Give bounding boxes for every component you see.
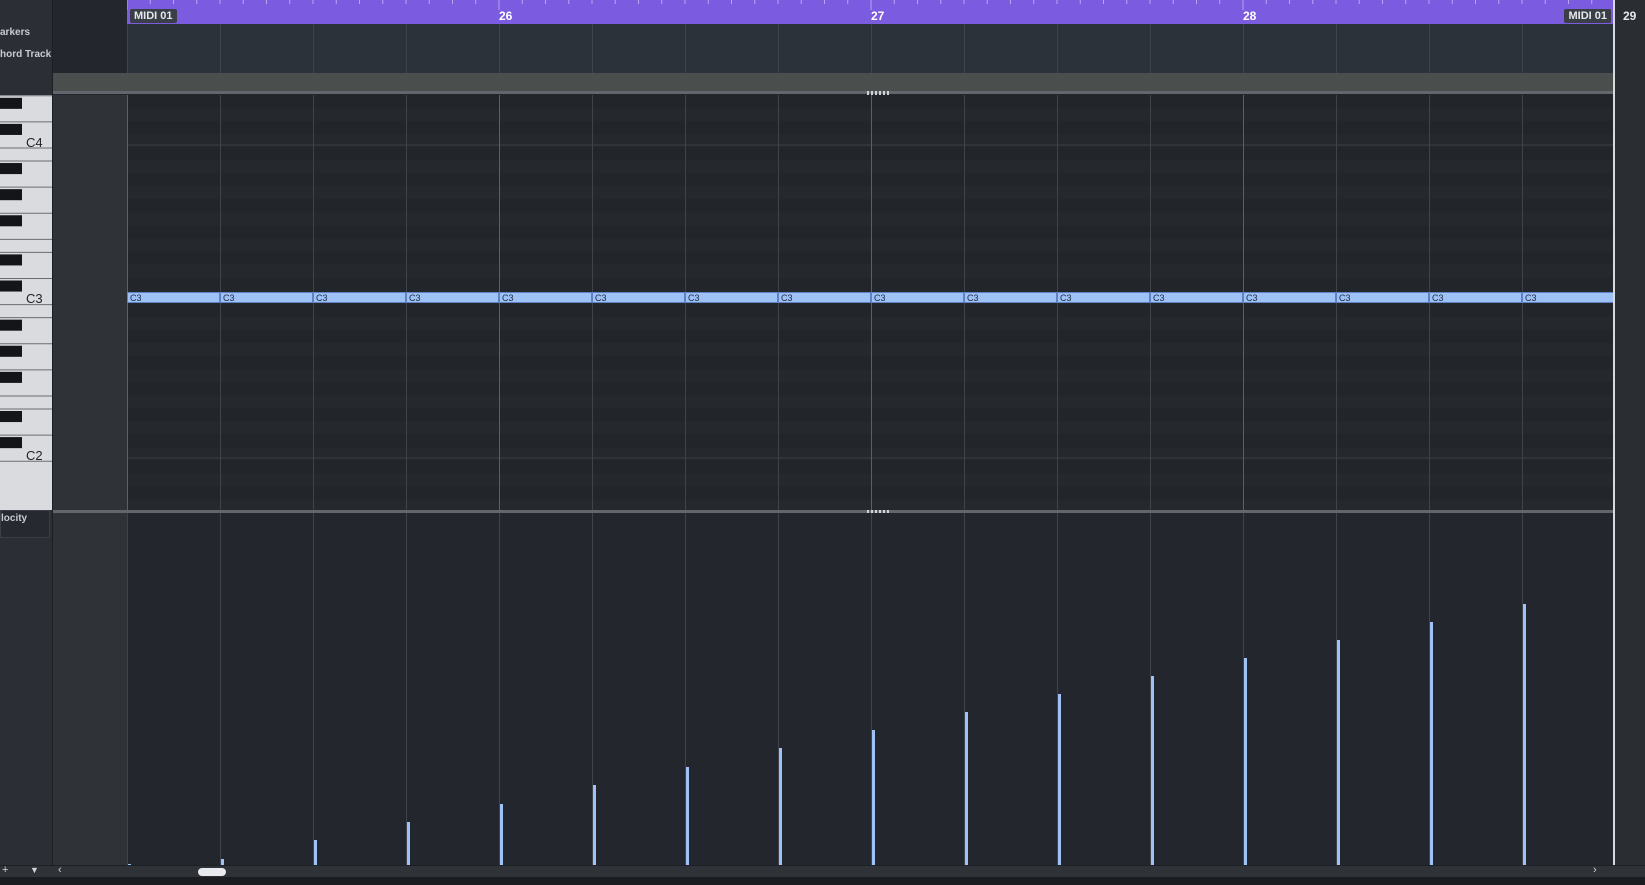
note-c3[interactable]: C3 [1057, 292, 1150, 303]
velocity-bar[interactable] [407, 822, 410, 865]
note-c3[interactable]: C3 [964, 292, 1057, 303]
note-c3[interactable]: C3 [1336, 292, 1429, 303]
ruler-overflow: 29 [1614, 0, 1645, 24]
ruler-bar-28: 28 [1243, 9, 1257, 23]
note-c3[interactable]: C3 [778, 292, 871, 303]
note-area-divider[interactable] [53, 91, 1645, 94]
part-start-label: MIDI 01 [130, 9, 177, 23]
add-lane-icon[interactable]: + [2, 864, 8, 876]
note-c3[interactable]: C3 [1429, 292, 1522, 303]
velocity-lane[interactable] [127, 513, 1614, 865]
right-scroll-strip[interactable] [1614, 24, 1645, 865]
velocity-bars[interactable] [127, 513, 1614, 865]
scroll-right-icon[interactable]: › [1593, 864, 1597, 876]
note-c3[interactable]: C3 [220, 292, 313, 303]
key-label-c2: C2 [26, 448, 43, 463]
project-end-line [1613, 0, 1615, 865]
ruler-bar-29: 29 [1623, 9, 1637, 23]
note-c3[interactable]: C3 [313, 292, 406, 303]
note-c3[interactable]: C3 [685, 292, 778, 303]
editor-gutter [53, 95, 127, 865]
velocity-bar[interactable] [1058, 694, 1061, 865]
chord-track-label[interactable]: hord Track [0, 49, 51, 60]
ruler-bar-26: 26 [499, 9, 513, 23]
markers-track-label[interactable]: arkers [0, 27, 30, 38]
velocity-bar[interactable] [593, 785, 596, 865]
key-label-c3: C3 [26, 291, 43, 306]
velocity-bar[interactable] [1337, 640, 1340, 865]
note-c3[interactable]: C3 [499, 292, 592, 303]
piano-keyboard[interactable]: C4 C3 C2 [0, 95, 52, 510]
velocity-bar[interactable] [500, 804, 503, 865]
velocity-bar[interactable] [314, 840, 317, 865]
lane-menu-icon[interactable]: ▼ [30, 865, 39, 875]
note-c3[interactable]: C3 [127, 292, 220, 303]
velocity-bar[interactable] [1151, 676, 1154, 865]
velocity-bar[interactable] [686, 767, 689, 865]
ruler-bar-27: 27 [871, 9, 885, 23]
key-label-c4: C4 [26, 135, 43, 150]
timeline-ruler[interactable]: MIDI 01 26 27 28 MIDI 01 [127, 0, 1614, 24]
os-taskbar [0, 877, 1645, 885]
note-c3[interactable]: C3 [1522, 292, 1614, 303]
horizontal-scroll-thumb[interactable] [198, 868, 226, 876]
velocity-bar[interactable] [1244, 658, 1247, 865]
velocity-bar[interactable] [779, 748, 782, 865]
note-c3[interactable]: C3 [871, 292, 964, 303]
velocity-lane-label[interactable]: locity [0, 510, 50, 538]
velocity-bar[interactable] [872, 730, 875, 865]
top-grid-lines [127, 24, 1523, 73]
editor-header-strip [53, 73, 1614, 91]
note-c3[interactable]: C3 [406, 292, 499, 303]
note-c3[interactable]: C3 [1150, 292, 1243, 303]
scroll-left-icon[interactable]: ‹ [58, 864, 62, 876]
velocity-bar[interactable] [965, 712, 968, 865]
note-c3[interactable]: C3 [1243, 292, 1336, 303]
velocity-bar[interactable] [1523, 604, 1526, 865]
velocity-bar[interactable] [1430, 622, 1433, 865]
part-end-label: MIDI 01 [1564, 9, 1611, 23]
note-grid[interactable]: C3 C3 C3 C3 C3 C3 C3 C3 C3 C3 C3 C3 C3 C3 C3 C3 [127, 95, 1614, 510]
note-c3[interactable]: C3 [592, 292, 685, 303]
